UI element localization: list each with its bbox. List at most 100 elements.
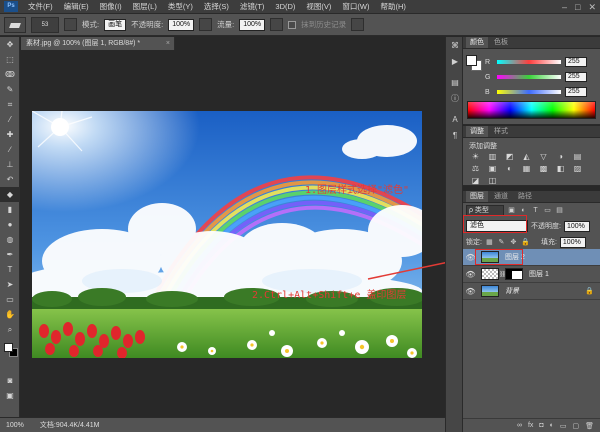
add-mask-icon[interactable]: ◘ (539, 422, 543, 429)
foreground-color-swatch[interactable] (4, 343, 13, 352)
erase-to-history-checkbox[interactable] (288, 20, 297, 29)
dodge-tool-icon[interactable]: ◍ (0, 232, 20, 247)
menu-layer[interactable]: 图层(L) (133, 1, 157, 12)
menu-view[interactable]: 视图(V) (306, 1, 331, 12)
visibility-eye-icon[interactable]: 👁 (463, 287, 478, 296)
threshold-icon[interactable]: ▨ (573, 164, 582, 173)
character-panel-icon[interactable]: A (446, 111, 464, 127)
paragraph-panel-icon[interactable]: ¶ (446, 127, 464, 143)
new-adjustment-layer-icon[interactable]: ◐ (550, 422, 554, 429)
lock-position-icon[interactable]: ✥ (509, 238, 518, 247)
properties-panel-icon[interactable]: ▤ (446, 74, 464, 90)
tab-paths[interactable]: 路径 (514, 191, 536, 202)
move-tool-icon[interactable]: ✥ (0, 37, 20, 52)
hue-saturation-icon[interactable]: ◑ (556, 152, 565, 161)
filter-smart-object-icon[interactable]: ▤ (555, 206, 564, 215)
zoom-level[interactable]: 100% (6, 422, 24, 429)
visibility-eye-icon[interactable]: 👁 (463, 270, 478, 279)
new-layer-icon[interactable]: ▢ (572, 422, 579, 430)
red-slider[interactable] (497, 60, 561, 64)
photo-filter-icon[interactable]: ▣ (488, 164, 497, 173)
pressure-size-icon[interactable] (351, 18, 365, 31)
color-spectrum-bar[interactable] (467, 101, 596, 119)
pressure-opacity-icon[interactable] (199, 18, 213, 31)
menu-help[interactable]: 帮助(H) (381, 1, 406, 12)
filter-shape-icon[interactable]: ▭ (543, 206, 552, 215)
eyedropper-tool-icon[interactable]: ⁄ (0, 112, 20, 127)
green-value-input[interactable]: 255 (565, 72, 587, 82)
tab-layers[interactable]: 图层 (466, 191, 488, 202)
lock-all-icon[interactable]: 🔒 (521, 238, 530, 247)
history-brush-tool-icon[interactable]: ↶ (0, 172, 20, 187)
info-panel-icon[interactable]: ⓘ (446, 90, 464, 106)
new-group-icon[interactable]: ▭ (560, 422, 567, 430)
menu-type[interactable]: 类型(Y) (168, 1, 193, 12)
tab-color[interactable]: 颜色 (466, 37, 488, 48)
green-slider[interactable] (497, 75, 561, 79)
crop-tool-icon[interactable]: ⌗ (0, 97, 20, 112)
color-panel-foreground-swatch[interactable] (466, 55, 477, 66)
menu-file[interactable]: 文件(F) (28, 1, 53, 12)
zoom-tool-icon[interactable]: ⌕ (0, 322, 20, 337)
curves-icon[interactable]: ◩ (505, 152, 514, 161)
layer-thumbnail[interactable] (481, 268, 499, 280)
brush-tool-icon[interactable]: ∕ (0, 142, 20, 157)
brightness-contrast-icon[interactable]: ☀ (471, 152, 480, 161)
brush-size-picker[interactable]: 53 (31, 16, 59, 33)
menu-image[interactable]: 图像(I) (100, 1, 122, 12)
tab-swatches[interactable]: 色板 (490, 37, 512, 48)
close-icon[interactable]: ✕ (588, 1, 596, 13)
color-lookup-icon[interactable]: ▦ (522, 164, 531, 173)
layer-thumbnail[interactable] (481, 285, 499, 297)
screen-mode-icon[interactable]: ▣ (0, 388, 20, 403)
type-tool-icon[interactable]: T (0, 262, 20, 277)
invert-icon[interactable]: ▩ (539, 164, 548, 173)
layer-row-layer-1[interactable]: 👁 ⛓ 图层 1 (463, 266, 600, 283)
channel-mixer-icon[interactable]: ◐ (505, 164, 514, 173)
lasso-tool-icon[interactable]: ↂ (0, 67, 20, 82)
filter-type-icon[interactable]: T (531, 206, 540, 215)
layer-filter-dropdown[interactable]: ρ 类型 (466, 204, 504, 216)
airbrush-icon[interactable] (270, 18, 284, 31)
document-close-icon[interactable]: × (166, 37, 170, 50)
black-white-icon[interactable]: ⚖ (471, 164, 480, 173)
quick-mask-icon[interactable]: ◙ (0, 373, 20, 388)
levels-icon[interactable]: ▥ (488, 152, 497, 161)
document-canvas[interactable] (32, 111, 422, 358)
color-swatches[interactable] (0, 337, 19, 373)
brush-panel-icon[interactable] (64, 18, 77, 31)
delete-layer-icon[interactable]: 🗑 (585, 422, 594, 430)
tab-adjustments[interactable]: 调整 (466, 126, 488, 137)
eraser-tool-icon[interactable]: ◆ (0, 187, 20, 202)
document-tab[interactable]: 素材.jpg @ 100% (图层 1, RGB/8#) * × (21, 37, 175, 50)
layer-mask-thumbnail[interactable] (505, 268, 523, 280)
tab-styles[interactable]: 样式 (490, 126, 512, 137)
blue-slider[interactable] (497, 90, 561, 94)
quick-select-tool-icon[interactable]: ✎ (0, 82, 20, 97)
menu-window[interactable]: 窗口(W) (342, 1, 369, 12)
fill-input[interactable]: 100% (559, 236, 586, 248)
tab-channels[interactable]: 通道 (490, 191, 512, 202)
menu-select[interactable]: 选择(S) (204, 1, 229, 12)
actions-panel-icon[interactable]: ▶ (446, 53, 464, 69)
menu-edit[interactable]: 编辑(E) (64, 1, 89, 12)
layer-opacity-input[interactable]: 100% (563, 220, 590, 232)
path-select-tool-icon[interactable]: ➤ (0, 277, 20, 292)
blue-value-input[interactable]: 255 (565, 87, 587, 97)
layer-name[interactable]: 背景 (505, 286, 519, 296)
maximize-icon[interactable]: □ (575, 1, 580, 13)
canvas-workarea[interactable] (21, 50, 445, 416)
lock-pixels-icon[interactable]: ✎ (497, 238, 506, 247)
vibrance-icon[interactable]: ▽ (539, 152, 548, 161)
layer-row-background[interactable]: 👁 背景 🔒 (463, 283, 600, 300)
posterize-icon[interactable]: ◧ (556, 164, 565, 173)
layer-style-icon[interactable]: fx (528, 422, 533, 429)
selective-color-icon[interactable]: ◪ (471, 176, 480, 185)
pen-tool-icon[interactable]: ✒ (0, 247, 20, 262)
healing-brush-tool-icon[interactable]: ✚ (0, 127, 20, 142)
history-panel-icon[interactable]: ⌘ (446, 37, 464, 53)
link-layers-icon[interactable]: ∞ (517, 422, 522, 429)
opacity-input[interactable]: 100% (168, 18, 195, 31)
mode-dropdown[interactable]: 画笔 (104, 18, 127, 31)
shape-tool-icon[interactable]: ▭ (0, 292, 20, 307)
